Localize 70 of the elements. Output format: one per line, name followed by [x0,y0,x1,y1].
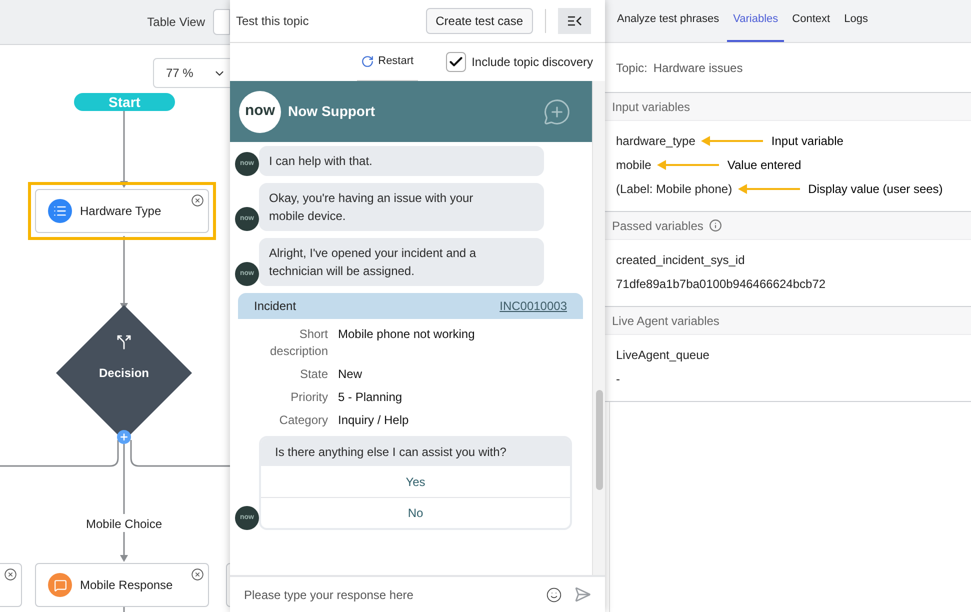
card-title: Incident [254,298,296,315]
panel-title: Test this topic [236,13,310,30]
decision-label: Decision [98,365,149,382]
variable-text: (Label: Mobile phone) [616,180,732,198]
add-button[interactable] [117,430,131,444]
field-value: New [338,366,362,383]
tab[interactable]: Logs [838,0,874,42]
restart-icon [361,55,374,68]
info-icon[interactable] [709,219,722,232]
annotation-label: Input variable [771,132,844,150]
annotation-label: Display value (user sees) [808,180,943,198]
variable-text: LiveAgent_queue [616,346,710,364]
annotation-label: Value entered [727,156,802,174]
field-value: Mobile phone not working [338,326,475,343]
question-text: Is there anything else I can assist you with? [261,438,570,466]
option-button[interactable]: Yes [261,466,570,497]
checkbox-label: Include topic discovery [472,54,593,71]
field-value: Inquiry / Help [338,412,409,429]
field-label: State [298,366,328,383]
chat-title: Now Support [288,102,376,121]
close-icon[interactable] [191,568,204,581]
scrollbar[interactable] [592,81,605,575]
incident-link[interactable]: INC0010003 [500,297,567,315]
topic-name: Hardware issues [653,60,743,76]
annotation-arrow [738,184,800,194]
message-input[interactable]: Please type your response here [244,586,534,604]
section-title: Live Agent variables [612,312,720,330]
variable-text: created_incident_sys_id [616,252,745,268]
variable-text: - [616,370,620,388]
variable-text: hardware_type [616,132,696,150]
chat-bubble: Okay, you're having an issue with your mobile device. [259,183,544,231]
tab[interactable]: Context [786,0,836,42]
emoji-icon[interactable] [546,586,562,602]
field-label: Priority [290,389,328,406]
close-icon[interactable] [4,568,17,581]
send-icon[interactable] [574,586,591,603]
flow-node[interactable]: Mobile Response [35,563,209,607]
topic-label: Topic: [616,60,648,76]
connector [123,607,125,612]
collapse-icon [568,16,582,26]
annotation-arrow [701,136,764,146]
section-title: Passed variables [612,218,704,234]
view-label: Table View [147,14,205,31]
branch-label: Mobile Choice [84,516,164,533]
collapse-button[interactable] [558,8,591,34]
variable-text: mobile [616,156,652,174]
field-label: Category [278,412,328,429]
field-label: Short description [268,326,328,360]
annotation-arrow [657,160,720,170]
flow-node[interactable]: Hardware Type [35,189,209,233]
zoom-select[interactable]: 77 % [153,58,230,88]
tab[interactable]: Analyze test phrases [611,0,726,42]
logo: now [239,90,281,132]
split-icon [116,334,132,350]
tab[interactable]: Variables [727,0,784,42]
section-title: Input variables [612,98,690,116]
option-button[interactable]: No [261,497,570,528]
close-icon[interactable] [191,194,204,207]
chat-bubble: Alright, I've opened your incident and a technician will be assigned. [259,238,544,286]
view-toggle[interactable] [213,9,230,35]
create-test-case-button[interactable]: Create test case [426,8,533,34]
node-label: Mobile Response [80,577,173,594]
message-icon [48,573,72,597]
field-value: 5 - Planning [338,389,402,406]
list-icon [48,199,72,223]
checkbox[interactable] [446,52,466,72]
variable-text: 71dfe89a1b7ba0100b946466624bcb72 [616,276,826,292]
node-label: Hardware Type [80,203,162,220]
plus-icon [119,432,129,442]
chat-bubble: I can help with that. [259,146,544,176]
